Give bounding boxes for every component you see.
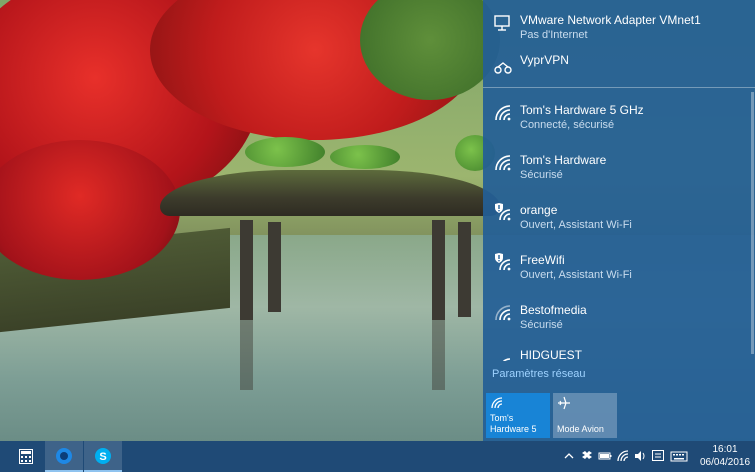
- wifi-icon: [492, 102, 514, 124]
- browser-icon: [55, 447, 73, 470]
- taskbar-clock[interactable]: 16:01 06/04/2016: [700, 443, 750, 469]
- airplane-icon: [557, 396, 571, 410]
- vpn-icon: [492, 56, 514, 78]
- wallpaper-bush: [245, 137, 325, 167]
- wallpaper-reflection: [240, 320, 253, 390]
- chevron-up-icon[interactable]: [562, 449, 576, 463]
- tile-label: Mode Avion: [557, 424, 604, 434]
- wifi-shield-icon: [492, 202, 514, 224]
- calculator-icon: [19, 449, 33, 469]
- clock-time: 16:01: [712, 444, 738, 455]
- network-status: Ouvert, Assistant Wi-Fi: [520, 219, 632, 231]
- battery-icon[interactable]: [598, 449, 612, 463]
- network-name: VyprVPN: [520, 53, 569, 67]
- taskbar-app-browser[interactable]: [45, 441, 83, 472]
- network-item-toms-hardware[interactable]: Tom's Hardware Sécurisé: [483, 144, 755, 190]
- network-item-freewifi[interactable]: FreeWifi Ouvert, Assistant Wi-Fi: [483, 244, 755, 290]
- wifi-icon: [490, 396, 504, 410]
- svg-text:S: S: [99, 451, 106, 463]
- tile-label: Tom's Hardware 5: [490, 413, 537, 435]
- skype-icon: S: [94, 447, 112, 470]
- network-status: Sécurisé: [520, 169, 563, 181]
- wallpaper-pillar: [432, 220, 445, 320]
- taskbar-app-skype[interactable]: S: [84, 441, 122, 472]
- wifi-icon: [492, 351, 514, 361]
- network-settings-link[interactable]: Paramètres réseau: [492, 368, 586, 380]
- network-item-toms-hardware-5ghz[interactable]: Tom's Hardware 5 GHz Connecté, sécurisé: [483, 94, 755, 140]
- wifi-quick-action-tile[interactable]: Tom's Hardware 5: [486, 393, 550, 438]
- wallpaper-pillar: [268, 222, 281, 312]
- action-center-icon[interactable]: [651, 449, 665, 463]
- network-name: orange: [520, 203, 558, 217]
- network-flyout: VMware Network Adapter VMnet1 Pas d'Inte…: [483, 0, 755, 441]
- ethernet-monitor-icon: [492, 12, 514, 34]
- network-item-bestofmedia[interactable]: Bestofmedia Sécurisé: [483, 294, 755, 340]
- wallpaper-pillar: [458, 222, 471, 317]
- network-status: Pas d'Internet: [520, 29, 588, 41]
- taskbar: S 16:01 06/04/2016: [0, 441, 755, 472]
- network-status: Ouvert, Assistant Wi-Fi: [520, 269, 632, 281]
- dropbox-icon[interactable]: [580, 449, 594, 463]
- tile-label-line2: Hardware 5: [490, 424, 537, 434]
- wallpaper-pillar: [240, 220, 253, 320]
- network-status: Connecté, sécurisé: [520, 119, 615, 131]
- clock-date: 06/04/2016: [700, 457, 751, 468]
- wifi-icon: [492, 302, 514, 324]
- wallpaper-reflection: [432, 320, 445, 390]
- keyboard-icon[interactable]: [670, 449, 688, 463]
- network-status: Sécurisé: [520, 319, 563, 331]
- taskbar-app-calculator[interactable]: [6, 441, 44, 472]
- network-name: FreeWifi: [520, 253, 565, 267]
- flyout-divider: [483, 87, 755, 88]
- network-item-vmware[interactable]: VMware Network Adapter VMnet1 Pas d'Inte…: [483, 4, 755, 50]
- network-name: VMware Network Adapter VMnet1: [520, 13, 701, 27]
- wifi-shield-icon: [492, 252, 514, 274]
- wallpaper-bush: [330, 145, 400, 169]
- network-name: Bestofmedia: [520, 303, 587, 317]
- wallpaper-bridge: [160, 170, 500, 216]
- network-name: HIDGUEST: [520, 348, 583, 361]
- wifi-icon: [492, 152, 514, 174]
- network-name: Tom's Hardware: [520, 153, 607, 167]
- network-name: Tom's Hardware 5 GHz: [520, 103, 644, 117]
- tile-label-line1: Tom's: [490, 413, 514, 423]
- airplane-mode-tile[interactable]: Mode Avion: [553, 393, 617, 438]
- wifi-icon[interactable]: [616, 449, 630, 463]
- volume-icon[interactable]: [633, 449, 647, 463]
- network-item-hidguest[interactable]: HIDGUEST: [483, 343, 755, 361]
- network-item-orange[interactable]: orange Ouvert, Assistant Wi-Fi: [483, 194, 755, 240]
